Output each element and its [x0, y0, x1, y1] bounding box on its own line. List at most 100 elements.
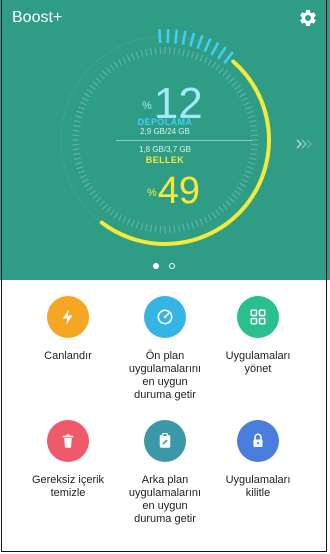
page-dot-1[interactable] [153, 263, 159, 269]
lock-apps-tile[interactable]: Uygulamaları kilitle [211, 420, 305, 500]
gauge-tick [228, 197, 235, 203]
lightning-icon [62, 309, 73, 325]
gauge-tick [195, 52, 199, 60]
gauge-tick [89, 190, 96, 196]
gauge-tick [222, 203, 228, 210]
gauge-tick [245, 106, 253, 110]
gauge-tick [245, 170, 253, 174]
gauge-tick [234, 190, 241, 196]
lock-icon [253, 433, 263, 447]
speedometer-icon [157, 309, 173, 325]
gauge-tick [72, 148, 80, 151]
gauge-tick [182, 223, 185, 232]
gauge-tick [92, 80, 99, 87]
gauge-tick [131, 220, 135, 228]
gauge-tick [135, 221, 140, 229]
storage-tick [174, 29, 179, 44]
optimize-background-tile[interactable]: Arka plan uygulamalarını en uygun duruma… [118, 420, 212, 526]
gauge-tick [199, 218, 204, 226]
gauge-tick [248, 120, 257, 123]
tile-label: Gereksiz içerik temizle [31, 474, 105, 499]
gauge-tick [190, 221, 195, 229]
gauge-tick [222, 70, 228, 77]
gauge-tick [199, 54, 204, 62]
settings-button[interactable] [296, 6, 320, 30]
gear-icon [300, 9, 316, 26]
optimize-foreground-tile[interactable]: Ön plan uygulamalarını en uygun duruma g… [118, 296, 212, 402]
gauge-tick [89, 84, 96, 90]
gauge-tick [177, 48, 181, 56]
gauge-tick [182, 48, 185, 57]
gauge-tick [98, 73, 105, 80]
page-indicator[interactable] [153, 262, 183, 270]
gauge-divider [116, 140, 252, 141]
storage-tick [216, 46, 227, 60]
gauge-tick [250, 148, 258, 151]
gauge-tick [79, 174, 87, 179]
gauge-tick [140, 50, 144, 58]
gauge-tick [207, 59, 213, 66]
tile-icon-circle [237, 420, 279, 462]
gauge-tick [246, 110, 254, 115]
next-page-button[interactable] [292, 134, 318, 154]
gauge-tick [228, 77, 235, 83]
gauge-tick [113, 211, 119, 219]
app-grid-icon [250, 309, 266, 325]
gauge-tick [248, 157, 257, 160]
gauge-tick [113, 61, 119, 69]
gauge-tick [215, 64, 221, 71]
gauge-tick [81, 97, 89, 102]
gauge-tick [234, 84, 241, 90]
tile-label: Arka plan uygulamalarını en uygun duruma… [128, 474, 202, 525]
gauge-tick [73, 157, 82, 160]
tile-label: Ön plan uygulamalarını en uygun duruma g… [128, 350, 202, 401]
tile-label: Canlandır [44, 350, 92, 362]
boost-tile[interactable]: Canlandır [21, 296, 115, 363]
gauge-tick [246, 165, 254, 170]
page-dot-2[interactable] [169, 263, 175, 269]
gauge-tick [126, 218, 131, 226]
gauge-tick [203, 56, 208, 64]
gauge-tick [81, 178, 89, 183]
gauge-tick [149, 224, 153, 232]
gauge-tick [243, 174, 251, 179]
status-panel[interactable]: Boost+ %12 DEPOLAMA 2,9 GB/24 GB 1,8 GB/… [0, 0, 330, 280]
clean-junk-tile[interactable]: Gereksiz içerik temizle [21, 420, 115, 500]
gauge-tick [75, 115, 83, 119]
manage-apps-tile[interactable]: Uygulamaları yönet [211, 296, 305, 376]
gauge-tick [140, 222, 144, 230]
gauge-tick [186, 222, 190, 230]
memory-usage: 1,8 GB/3,7 GB [138, 145, 192, 154]
gauge-tick [203, 216, 208, 224]
gauge-tick [79, 101, 87, 106]
storage-label: DEPOLAMA [137, 117, 193, 127]
gauge-tick [218, 67, 225, 74]
gauge-tick [154, 47, 157, 55]
gauge-tick [225, 73, 232, 80]
gauge-tick [135, 51, 140, 59]
gauge-tick [239, 92, 246, 98]
gauge-tick [207, 214, 213, 221]
gauge-tick [241, 97, 249, 102]
gauge-tick [75, 161, 83, 165]
trash-icon [62, 434, 74, 448]
clipboard-icon [159, 432, 171, 448]
gauge-tick [98, 200, 105, 207]
gauge-tick [231, 80, 238, 87]
gauge-tick [177, 224, 181, 232]
gauge-tick [117, 214, 123, 221]
storage-tick [210, 41, 220, 56]
memory-label: BELLEK [145, 155, 185, 165]
boost-app: Boost+ %12 DEPOLAMA 2,9 GB/24 GB 1,8 GB/… [0, 0, 330, 554]
gauge-tick [105, 206, 112, 213]
gauge-tick [243, 101, 251, 106]
tile-icon-circle [47, 420, 89, 462]
gauge-tick [225, 200, 232, 207]
gauge-tick [92, 193, 99, 200]
gauge-tick [231, 193, 238, 200]
gauge-tick [195, 220, 199, 228]
gauge-tick [249, 152, 257, 156]
gauge-tick [102, 70, 108, 77]
gauge-tick [173, 225, 176, 233]
gauge-tick [84, 182, 91, 188]
